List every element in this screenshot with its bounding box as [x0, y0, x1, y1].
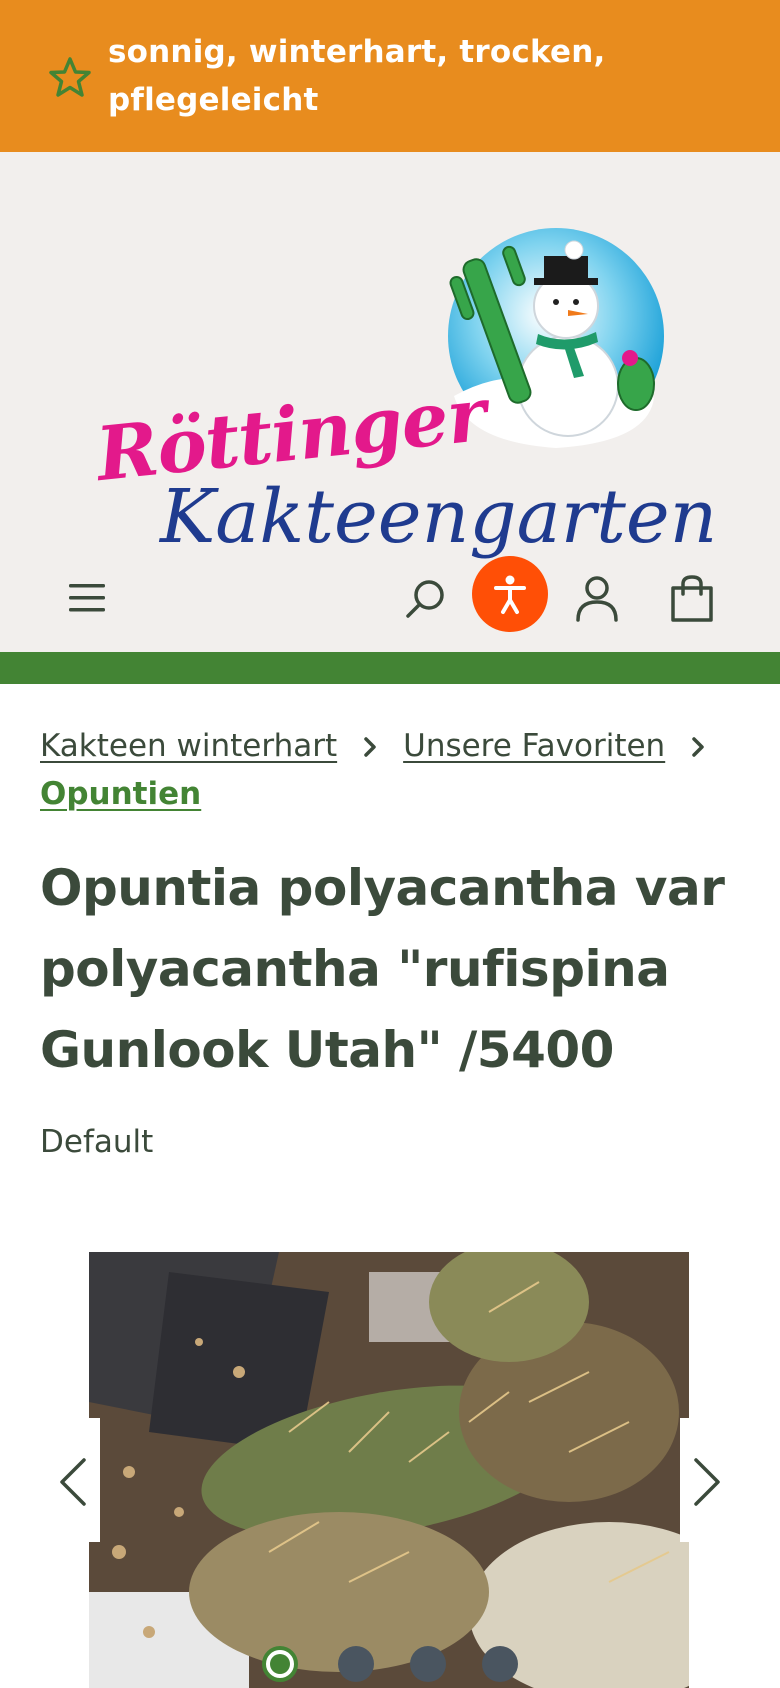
- account-icon[interactable]: [574, 574, 620, 624]
- site-logo[interactable]: Röttinger Kakteengarten: [88, 216, 717, 560]
- gallery-dot-4[interactable]: [482, 1646, 518, 1682]
- gallery-dot-1[interactable]: [262, 1646, 298, 1682]
- gallery-prev-button[interactable]: [50, 1418, 100, 1542]
- search-icon[interactable]: [402, 576, 448, 622]
- breadcrumb-link-kakteen-winterhart[interactable]: Kakteen winterhart: [40, 728, 337, 764]
- breadcrumb-link-unsere-favoriten[interactable]: Unsere Favoriten: [403, 728, 665, 764]
- chevron-left-icon: [60, 1458, 86, 1506]
- gallery-next-button[interactable]: [680, 1418, 730, 1542]
- logo-text-kakteengarten: Kakteengarten: [160, 474, 718, 560]
- product-image[interactable]: [89, 1252, 689, 1688]
- menu-icon[interactable]: [66, 578, 110, 618]
- accessibility-icon: [494, 575, 526, 614]
- chevron-right-icon: [665, 722, 731, 770]
- cart-icon[interactable]: [668, 574, 716, 624]
- accessibility-button[interactable]: [472, 556, 548, 632]
- product-title: Opuntia polyacantha var polyacantha "ruf…: [40, 859, 725, 1079]
- star-icon: [49, 57, 91, 97]
- announcement-banner: sonnig, winterhart, trocken, pflegeleich…: [0, 0, 780, 152]
- chevron-right-icon: [694, 1458, 720, 1506]
- banner-text: sonnig, winterhart, trocken, pflegeleich…: [108, 34, 606, 118]
- gallery-pagination: [258, 1646, 528, 1688]
- cactus-photo: [89, 1252, 689, 1688]
- product-variant: Default: [40, 1124, 154, 1160]
- gallery-dot-2[interactable]: [338, 1646, 374, 1682]
- breadcrumb-link-opuntien[interactable]: Opuntien: [40, 776, 201, 812]
- breadcrumb: Kakteen winterhart Unsere Favoriten Opunti…: [40, 722, 760, 818]
- site-header: Röttinger Kakteengarten: [0, 152, 780, 652]
- gallery-dot-3[interactable]: [410, 1646, 446, 1682]
- chevron-right-icon: [337, 722, 403, 770]
- header-divider: [0, 652, 780, 684]
